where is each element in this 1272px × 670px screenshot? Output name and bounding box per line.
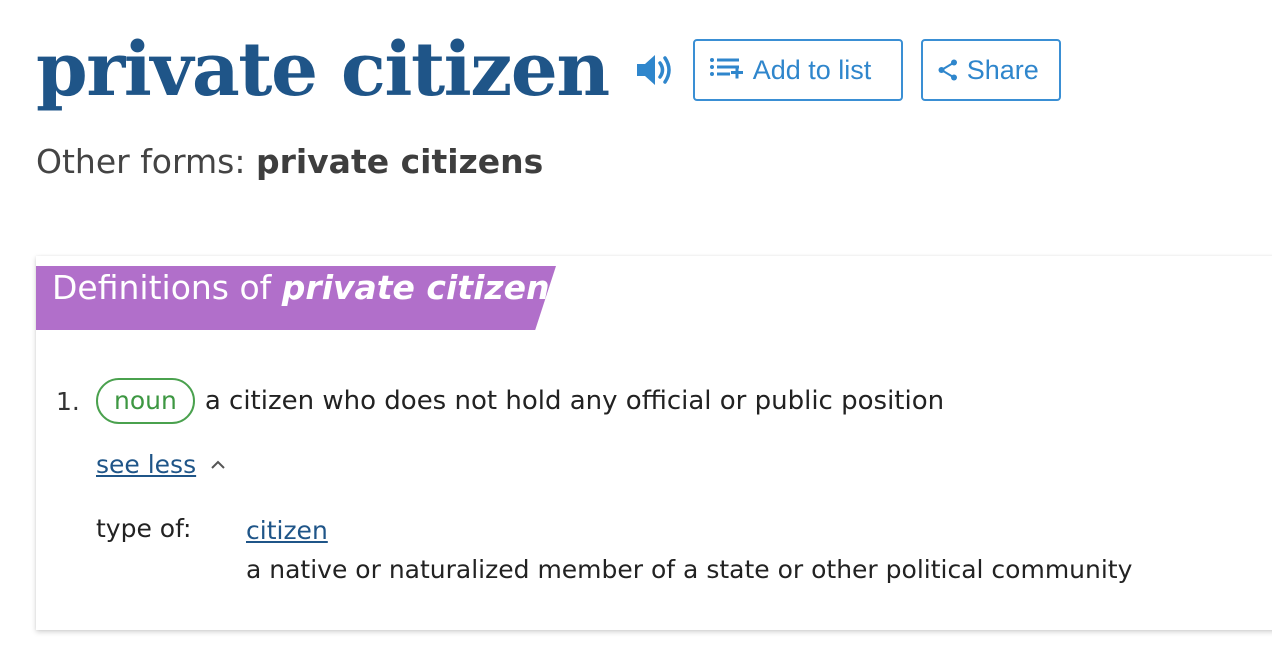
other-forms-value: private citizens	[255, 142, 544, 181]
definitions-heading-word: private citizen	[281, 268, 550, 307]
share-icon	[937, 58, 959, 82]
other-forms: Other forms: private citizens	[36, 142, 543, 181]
type-of-definition: a native or naturalized member of a stat…	[246, 555, 1133, 584]
part-of-speech-badge: noun	[96, 378, 195, 424]
type-of-content: citizen a native or naturalized member o…	[246, 514, 1132, 592]
sense-1: 1. noun a citizen who does not hold any …	[56, 378, 944, 424]
type-of-label: type of:	[96, 514, 192, 543]
definitions-heading-prefix: Definitions of	[52, 268, 272, 307]
sense-definition: a citizen who does not hold any official…	[204, 386, 945, 416]
play-pronunciation-button[interactable]	[635, 50, 675, 90]
page-title: private citizen	[36, 27, 610, 113]
sense-number: 1.	[56, 386, 80, 416]
see-less-link[interactable]: see less	[96, 450, 196, 479]
see-less-toggle[interactable]: see less	[96, 450, 226, 479]
type-of-row: type of: citizen a native or naturalized…	[96, 514, 1132, 592]
page: private citizen Add to list Share Other …	[0, 0, 1272, 670]
share-button[interactable]: Share	[920, 39, 1061, 101]
add-to-list-label: Add to list	[752, 54, 872, 85]
speaker-icon	[636, 55, 671, 85]
list-add-icon	[709, 55, 745, 85]
chevron-up-icon	[210, 459, 226, 471]
add-to-list-button[interactable]: Add to list	[692, 39, 903, 101]
other-forms-label: Other forms:	[36, 142, 246, 181]
definitions-card: Definitions of private citizen 1. noun a…	[36, 256, 1272, 630]
share-label: Share	[966, 54, 1039, 85]
definitions-heading: Definitions of private citizen	[52, 266, 549, 310]
type-of-link[interactable]: citizen	[246, 514, 1132, 548]
word-header: private citizen Add to list Share	[36, 22, 1061, 118]
